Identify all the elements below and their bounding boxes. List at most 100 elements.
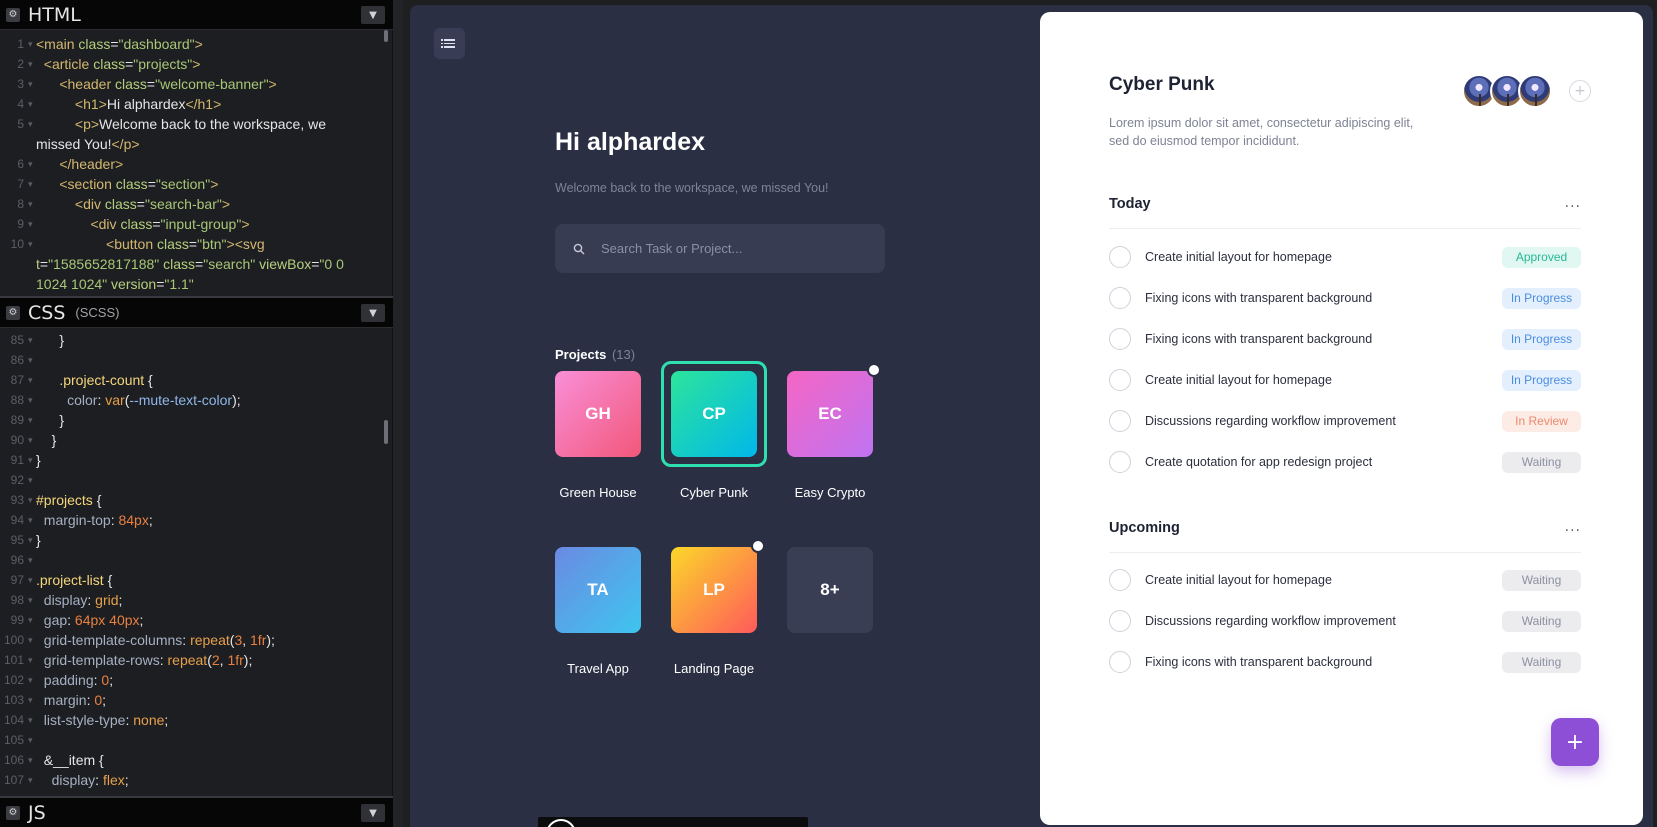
welcome-banner: Hi alphardex Welcome back to the workspa… — [555, 128, 829, 195]
projects-heading: Projects (13) — [555, 347, 635, 362]
html-code-area[interactable]: 1 ▾ <main class="dashboard"> 2 ▾ <article cl… — [0, 30, 393, 294]
project-item[interactable]: 8+ — [787, 547, 873, 633]
fold-icon[interactable]: ▾ — [28, 650, 36, 670]
line-number: 9 — [17, 217, 24, 231]
project-tile[interactable]: 8+ — [787, 547, 873, 633]
task-text: Discussions regarding workflow improveme… — [1145, 614, 1396, 628]
fold-icon[interactable]: ▾ — [28, 550, 36, 570]
fold-icon[interactable]: ▾ — [28, 470, 36, 490]
task-checkbox[interactable] — [1109, 569, 1131, 591]
fold-icon[interactable]: ▾ — [28, 94, 36, 114]
html-editor-title: HTML — [28, 3, 81, 26]
fold-icon[interactable]: ▾ — [28, 330, 36, 350]
task-checkbox[interactable] — [1109, 651, 1131, 673]
fold-icon[interactable]: ▾ — [28, 410, 36, 430]
pane-resizer[interactable] — [393, 0, 403, 827]
code-text: padding: 0; — [43, 672, 114, 688]
code-line: 89 ▾ } — [0, 410, 393, 430]
search-bar[interactable] — [555, 224, 885, 273]
project-item[interactable]: LP Landing Page — [671, 539, 765, 676]
chevron-down-icon[interactable]: ▼ — [361, 304, 385, 322]
fold-icon[interactable]: ▾ — [28, 510, 36, 530]
gear-icon[interactable]: ⚙ — [6, 805, 20, 820]
code-text: gap: 64px 40px; — [43, 612, 144, 628]
project-tile[interactable]: GH — [555, 371, 641, 457]
fold-icon[interactable]: ▾ — [28, 530, 36, 550]
fold-icon[interactable]: ▾ — [28, 114, 36, 154]
more-icon[interactable]: ... — [1565, 519, 1581, 535]
fold-icon[interactable]: ▾ — [28, 690, 36, 710]
html-editor: ⚙ HTML ▼ 1 ▾ <main class="dashboard"> 2 ▾ <a… — [0, 0, 393, 296]
search-input[interactable] — [601, 241, 861, 256]
task-checkbox[interactable] — [1109, 328, 1131, 350]
project-tile[interactable]: LP — [671, 539, 765, 633]
chevron-down-icon[interactable]: ▼ — [361, 804, 385, 822]
fold-icon[interactable]: ▾ — [28, 730, 36, 750]
code-line: 7 ▾ <section class="section"> — [0, 174, 393, 194]
project-description: Lorem ipsum dolor sit amet, consectetur … — [1109, 116, 1414, 148]
css-editor-title: CSS — [28, 301, 66, 324]
code-text: list-style-type: none; — [43, 712, 169, 728]
fold-icon[interactable]: ▾ — [28, 430, 36, 450]
fold-icon[interactable]: ▾ — [28, 34, 36, 54]
fold-icon[interactable]: ▾ — [28, 154, 36, 174]
css-code-area[interactable]: 85 ▾ } 86 ▾ 87 ▾ .project-count {88 ▾ color: … — [0, 328, 393, 796]
fold-icon[interactable]: ▾ — [28, 610, 36, 630]
task-checkbox[interactable] — [1109, 287, 1131, 309]
fold-icon[interactable]: ▾ — [28, 214, 36, 234]
project-name: Green House — [559, 485, 637, 500]
project-tile[interactable]: TA — [555, 547, 641, 633]
code-editors-pane: ⚙ HTML ▼ 1 ▾ <main class="dashboard"> 2 ▾ <a… — [0, 0, 393, 827]
fold-icon[interactable]: ▾ — [28, 194, 36, 214]
project-item[interactable]: TA Travel App — [555, 547, 641, 676]
project-tile[interactable]: EC — [787, 363, 881, 457]
task-checkbox[interactable] — [1109, 410, 1131, 432]
line-number: 102 — [3, 673, 24, 687]
project-detail-card: Cyber Punk Lorem ipsum dolor sit amet, c… — [1040, 12, 1643, 825]
js-editor-header: ⚙ JS ▼ — [0, 798, 393, 827]
project-item[interactable]: CP Cyber Punk — [661, 361, 767, 500]
code-line: 104 ▾ list-style-type: none; — [0, 710, 393, 730]
code-line: 3 ▾ <header class="welcome-banner"> — [0, 74, 393, 94]
status-badge: In Review — [1502, 410, 1581, 432]
task-checkbox[interactable] — [1109, 610, 1131, 632]
fold-icon[interactable]: ▾ — [28, 370, 36, 390]
gear-icon[interactable]: ⚙ — [6, 7, 20, 22]
chevron-down-icon[interactable]: ▼ — [361, 6, 385, 24]
project-item[interactable]: EC Easy Crypto — [787, 363, 881, 500]
css-scrollbar[interactable] — [384, 420, 388, 444]
avatar[interactable] — [1518, 74, 1552, 108]
menu-button[interactable] — [434, 28, 465, 59]
add-task-button[interactable]: + — [1551, 718, 1599, 766]
task-text: Create initial layout for homepage — [1145, 373, 1332, 387]
fold-icon[interactable]: ▾ — [28, 670, 36, 690]
fold-icon[interactable]: ▾ — [28, 74, 36, 94]
more-icon[interactable]: ... — [1565, 195, 1581, 211]
add-member-button[interactable]: + — [1569, 80, 1591, 102]
project-tile[interactable]: CP — [671, 371, 757, 457]
fold-icon[interactable]: ▾ — [28, 390, 36, 410]
fold-icon[interactable]: ▾ — [28, 234, 36, 294]
fold-icon[interactable]: ▾ — [28, 54, 36, 74]
fold-icon[interactable]: ▾ — [28, 750, 36, 770]
status-badge: Waiting — [1502, 569, 1581, 591]
fold-icon[interactable]: ▾ — [28, 590, 36, 610]
project-item[interactable]: GH Green House — [555, 371, 641, 500]
task-checkbox[interactable] — [1109, 246, 1131, 268]
fold-icon[interactable]: ▾ — [28, 710, 36, 730]
fold-icon[interactable]: ▾ — [28, 490, 36, 510]
fold-icon[interactable]: ▾ — [28, 630, 36, 650]
fold-icon[interactable]: ▾ — [28, 450, 36, 470]
html-scrollbar[interactable] — [384, 30, 388, 42]
task-checkbox[interactable] — [1109, 451, 1131, 473]
task-checkbox[interactable] — [1109, 369, 1131, 391]
fold-icon[interactable]: ▾ — [28, 174, 36, 194]
gear-icon[interactable]: ⚙ — [6, 305, 20, 320]
line-number: 94 — [10, 513, 24, 527]
code-line: 88 ▾ color: var(--mute-text-color); — [0, 390, 393, 410]
fold-icon[interactable]: ▾ — [28, 350, 36, 370]
fold-icon[interactable]: ▾ — [28, 770, 36, 790]
fold-icon[interactable]: ▾ — [28, 570, 36, 590]
code-line: 4 ▾ <h1>Hi alphardex</h1> — [0, 94, 393, 114]
status-badge: Approved — [1502, 246, 1581, 268]
